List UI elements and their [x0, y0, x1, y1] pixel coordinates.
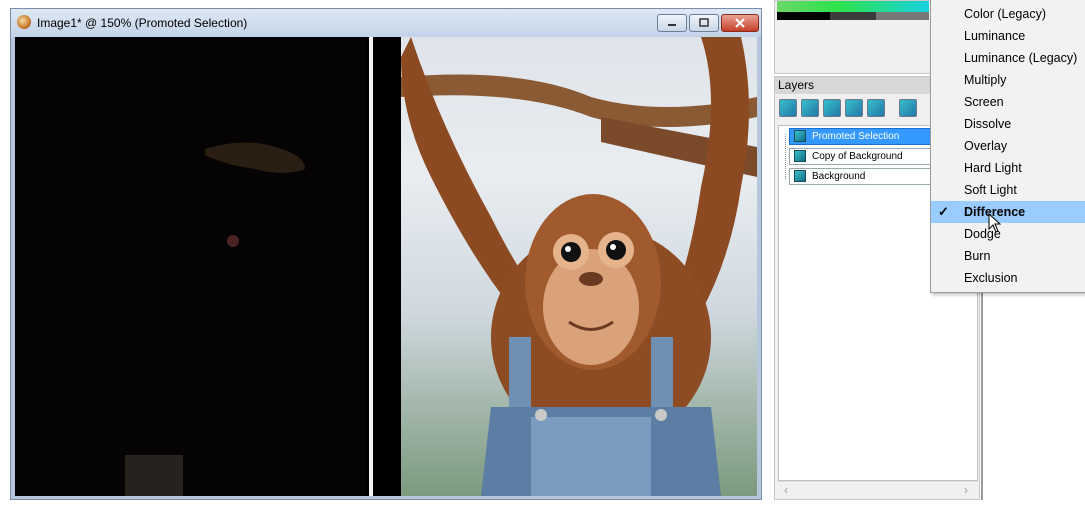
image-canvas[interactable] — [15, 37, 757, 496]
menu-item-difference[interactable]: ✓ Difference — [931, 201, 1085, 223]
mouse-cursor-icon — [988, 213, 1002, 233]
maximize-button[interactable] — [689, 14, 719, 32]
app-icon — [17, 15, 31, 29]
menu-item-label: Burn — [964, 249, 991, 263]
menu-item-screen[interactable]: Screen — [931, 91, 1085, 113]
new-adjustment-layer-icon[interactable] — [845, 99, 863, 117]
layer-group-icon[interactable] — [867, 99, 885, 117]
color-gradient-bar[interactable] — [777, 1, 929, 12]
image-window: Image1* @ 150% (Promoted Selection) — [10, 8, 762, 500]
menu-item-label: Color (Legacy) — [964, 7, 1046, 21]
new-raster-layer-icon[interactable] — [779, 99, 797, 117]
menu-item-label: Soft Light — [964, 183, 1017, 197]
menu-item-hard-light[interactable]: Hard Light — [931, 157, 1085, 179]
image-window-title: Image1* @ 150% (Promoted Selection) — [37, 16, 248, 30]
menu-item-dissolve[interactable]: Dissolve — [931, 113, 1085, 135]
menu-item-soft-light[interactable]: Soft Light — [931, 179, 1085, 201]
menu-item-burn[interactable]: Burn — [931, 245, 1085, 267]
scroll-right-icon[interactable]: › — [964, 483, 968, 497]
grayscale-bar[interactable] — [777, 12, 929, 20]
layers-toolbar — [779, 99, 917, 121]
blend-mode-menu: Color (Legacy) Luminance Luminance (Lega… — [930, 0, 1085, 293]
new-mask-layer-icon[interactable] — [823, 99, 841, 117]
checkmark-icon: ✓ — [938, 204, 949, 219]
menu-item-luminance-legacy[interactable]: Luminance (Legacy) — [931, 47, 1085, 69]
menu-item-label: Exclusion — [964, 271, 1018, 285]
close-button[interactable] — [721, 14, 759, 32]
orangutan-illustration — [401, 37, 757, 496]
layer-name: Promoted Selection — [812, 131, 900, 142]
close-icon — [735, 18, 745, 28]
horizontal-scrollbar[interactable]: ‹ › — [778, 481, 978, 498]
image-window-titlebar[interactable]: Image1* @ 150% (Promoted Selection) — [11, 9, 761, 37]
menu-item-label: Overlay — [964, 139, 1008, 153]
raster-layer-icon — [794, 150, 806, 162]
minimize-icon — [668, 24, 676, 26]
menu-item-dodge[interactable]: Dodge — [931, 223, 1085, 245]
menu-item-color-legacy[interactable]: Color (Legacy) — [931, 3, 1085, 25]
menu-item-label: Luminance — [964, 29, 1026, 43]
scroll-left-icon[interactable]: ‹ — [784, 483, 788, 497]
panel-divider — [981, 290, 983, 500]
menu-item-overlay[interactable]: Overlay — [931, 135, 1085, 157]
menu-item-label: Hard Light — [964, 161, 1022, 175]
menu-item-label: Dissolve — [964, 117, 1012, 131]
delete-layer-icon[interactable] — [899, 99, 917, 117]
menu-item-label: Multiply — [964, 73, 1007, 87]
tree-connector — [785, 134, 787, 179]
layer-name: Copy of Background — [812, 151, 903, 162]
faint-orangutan-silhouette — [125, 142, 305, 496]
minimize-button[interactable] — [657, 14, 687, 32]
background-layer-icon — [794, 170, 806, 182]
menu-item-label: Luminance (Legacy) — [964, 51, 1078, 65]
color-palette-panel — [774, 0, 932, 74]
orangutan-photo — [401, 37, 757, 496]
maximize-icon — [699, 18, 709, 27]
toolbar-separator — [889, 99, 895, 121]
menu-item-exclusion[interactable]: Exclusion — [931, 267, 1085, 289]
raster-layer-icon — [794, 130, 806, 142]
menu-item-multiply[interactable]: Multiply — [931, 69, 1085, 91]
menu-item-luminance[interactable]: Luminance — [931, 25, 1085, 47]
difference-blended-area — [15, 37, 366, 496]
new-vector-layer-icon[interactable] — [801, 99, 819, 117]
canvas-black-strip — [373, 37, 401, 496]
layer-name: Background — [812, 171, 866, 182]
menu-item-label: Screen — [964, 95, 1004, 109]
